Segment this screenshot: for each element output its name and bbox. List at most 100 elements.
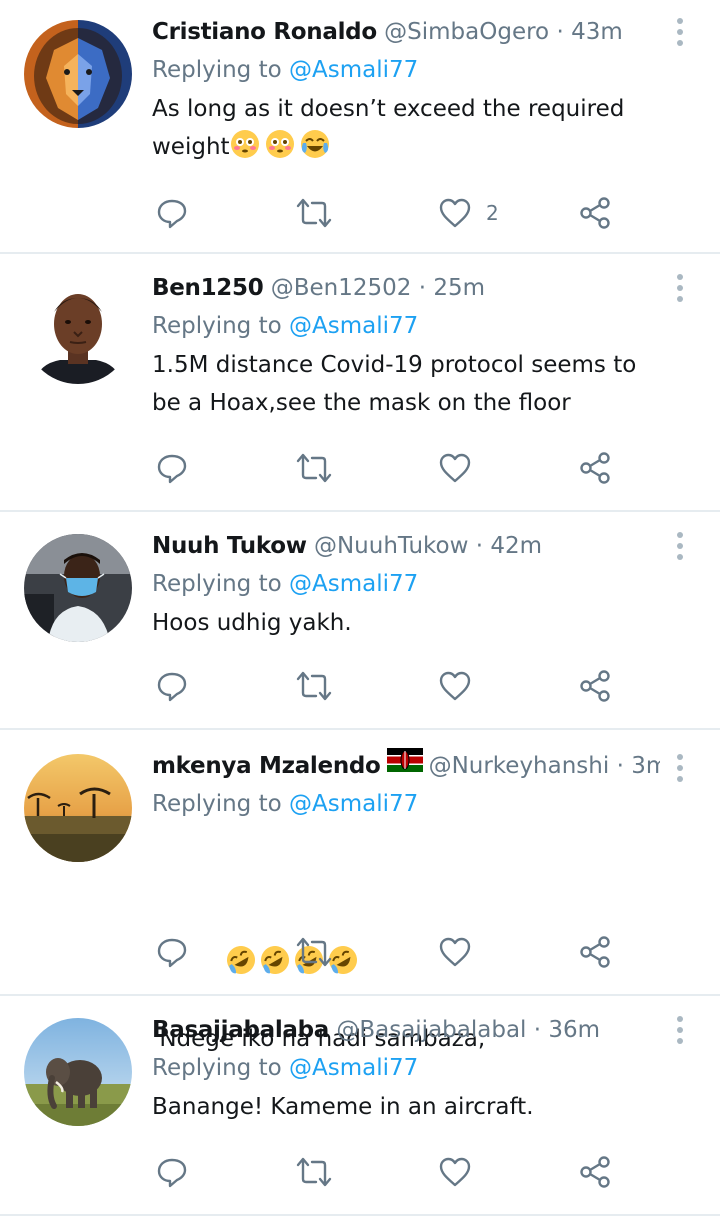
retweet-button[interactable]: [296, 193, 332, 233]
mention-link[interactable]: @Asmali77: [289, 791, 418, 817]
retweet-button[interactable]: [296, 932, 332, 972]
avatar[interactable]: [24, 1018, 132, 1126]
avatar[interactable]: [24, 534, 132, 642]
tweet-header: mkenya Mzalendo @Nurkeyhanshi · 3m: [152, 748, 660, 784]
share-button[interactable]: [578, 448, 612, 488]
man-portrait-avatar: [24, 276, 132, 384]
kenya-flag-icon: [386, 748, 423, 783]
replying-label: Replying to: [152, 791, 282, 817]
display-name[interactable]: Basajjabalaba: [152, 1017, 329, 1043]
share-icon: [580, 452, 610, 484]
user-handle[interactable]: @SimbaOgero: [384, 19, 549, 45]
reply-icon: [157, 199, 187, 229]
reply-tweet[interactable]: Basajjabalaba @Basajjabalabal · 36m Repl…: [0, 996, 720, 1216]
user-handle[interactable]: @Basajjabalabal: [336, 1017, 526, 1043]
flushed-face-icon: [230, 129, 260, 159]
tweet-text: Hoos udhig yakh.: [152, 610, 352, 636]
tweet-header: Cristiano Ronaldo @SimbaOgero · 43m: [152, 14, 660, 50]
heart-icon: [439, 453, 471, 483]
avatar[interactable]: [24, 754, 132, 862]
retweet-button[interactable]: [296, 1152, 332, 1192]
more-options-icon[interactable]: [668, 1012, 692, 1048]
separator-dot: ·: [475, 533, 484, 559]
avatar[interactable]: [24, 276, 132, 384]
user-handle[interactable]: @Ben12502: [271, 275, 412, 301]
flushed-face-icon: [265, 129, 295, 159]
share-button[interactable]: [578, 1152, 612, 1192]
reply-icon: [157, 1158, 187, 1188]
reply-button[interactable]: [156, 193, 188, 233]
like-count: 2: [486, 201, 499, 225]
share-button[interactable]: [578, 932, 612, 972]
reply-icon: [157, 672, 187, 702]
share-button[interactable]: [578, 666, 612, 706]
tweet-actions: 2: [152, 193, 632, 233]
mention-link[interactable]: @Asmali77: [289, 313, 418, 339]
tweet-actions: [152, 1152, 632, 1192]
replying-label: Replying to: [152, 1055, 282, 1081]
reply-tweet[interactable]: Cristiano Ronaldo @SimbaOgero · 43m Repl…: [0, 0, 720, 254]
reply-tweet[interactable]: Ben1250 @Ben12502 · 25m Replying to @Asm…: [0, 254, 720, 512]
like-button[interactable]: 2: [438, 193, 499, 233]
like-button[interactable]: [438, 666, 472, 706]
replying-to: Replying to @Asmali77: [152, 784, 660, 824]
tweet-actions: [152, 932, 632, 972]
replying-label: Replying to: [152, 571, 282, 597]
tweet-header: Nuuh Tukow @NuuhTukow · 42m: [152, 528, 660, 564]
more-options-icon[interactable]: [668, 270, 692, 306]
reply-icon: [157, 454, 187, 484]
like-button[interactable]: [438, 448, 472, 488]
reply-button[interactable]: [156, 448, 188, 488]
replying-label: Replying to: [152, 313, 282, 339]
tweet-text: 1.5M distance Covid-19 protocol seems to…: [152, 352, 644, 416]
reply-tweet[interactable]: mkenya Mzalendo @Nurkeyhanshi · 3m Replyi…: [0, 730, 720, 1052]
timestamp[interactable]: 3m: [631, 753, 660, 779]
retweet-icon: [296, 937, 332, 967]
share-icon: [580, 197, 610, 229]
user-handle[interactable]: @Nurkeyhanshi: [429, 753, 610, 779]
tweet-text-content: As long as it doesn’t exceed the require…: [152, 96, 632, 160]
display-name[interactable]: Ben1250: [152, 275, 264, 301]
savanna-sunset-avatar: [24, 754, 132, 862]
more-options-icon[interactable]: [668, 14, 692, 50]
retweet-icon: [296, 671, 332, 701]
timestamp[interactable]: 43m: [571, 19, 623, 45]
like-button[interactable]: [438, 932, 472, 972]
heart-icon: [439, 937, 471, 967]
retweet-icon: [296, 1157, 332, 1187]
tweet-text: Banange! Kameme in an aircraft.: [152, 1094, 534, 1120]
mention-link[interactable]: @Asmali77: [289, 1055, 418, 1081]
display-name[interactable]: Nuuh Tukow: [152, 533, 307, 559]
reply-icon: [157, 938, 187, 968]
separator-dot: ·: [556, 19, 564, 45]
retweet-icon: [296, 453, 332, 483]
face-with-tears-of-joy-icon: [300, 129, 330, 159]
display-name[interactable]: Cristiano Ronaldo: [152, 19, 377, 45]
separator-dot: ·: [418, 275, 427, 301]
reply-tweet[interactable]: Nuuh Tukow @NuuhTukow · 42m Replying to …: [0, 512, 720, 730]
retweet-button[interactable]: [296, 666, 332, 706]
avatar[interactable]: [24, 20, 132, 128]
timestamp[interactable]: 36m: [548, 1017, 600, 1043]
reply-button[interactable]: [156, 932, 188, 972]
like-button[interactable]: [438, 1152, 472, 1192]
replying-to: Replying to @Asmali77: [152, 50, 660, 90]
tweet-actions: [152, 448, 632, 488]
reply-button[interactable]: [156, 666, 188, 706]
retweet-button[interactable]: [296, 448, 332, 488]
display-name[interactable]: mkenya Mzalendo: [152, 753, 381, 779]
more-options-icon[interactable]: [668, 528, 692, 564]
mention-link[interactable]: @Asmali77: [289, 57, 418, 83]
share-button[interactable]: [578, 193, 612, 233]
replying-to: Replying to @Asmali77: [152, 306, 660, 346]
timestamp[interactable]: 25m: [433, 275, 485, 301]
separator-dot: ·: [616, 753, 624, 779]
reply-feed: Cristiano Ronaldo @SimbaOgero · 43m Repl…: [0, 0, 720, 1216]
lion-avatar: [24, 20, 132, 128]
retweet-icon: [296, 198, 332, 228]
reply-button[interactable]: [156, 1152, 188, 1192]
timestamp[interactable]: 42m: [490, 533, 542, 559]
user-handle[interactable]: @NuuhTukow: [314, 533, 468, 559]
mention-link[interactable]: @Asmali77: [289, 571, 418, 597]
more-options-icon[interactable]: [668, 750, 692, 786]
